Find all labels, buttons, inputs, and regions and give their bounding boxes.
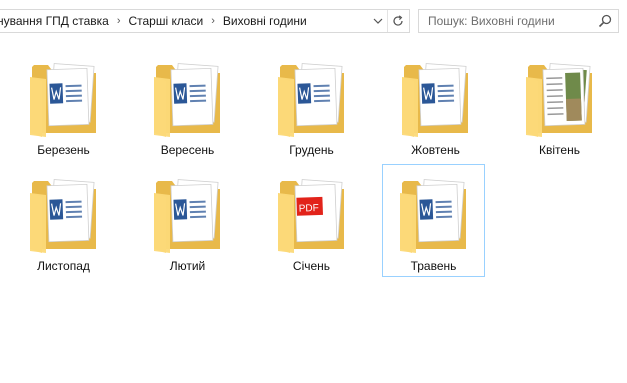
folder-name: Вересень	[160, 143, 215, 157]
folder-icon	[30, 63, 96, 137]
folder-icon	[526, 63, 592, 137]
address-bar[interactable]: нування ГПД ставка › Старші класи › Вихо…	[0, 9, 410, 33]
folder-name: Квітень	[539, 143, 580, 157]
refresh-icon	[393, 15, 403, 26]
breadcrumb-item-senior-classes[interactable]: Старші класи	[128, 14, 203, 28]
search-box[interactable]: Пошук: Виховні години	[418, 9, 619, 33]
folder-name: Травень	[410, 259, 457, 273]
folder-name: Лютий	[169, 259, 206, 273]
breadcrumb-item-current[interactable]: Виховні години	[223, 14, 307, 28]
folder-item[interactable]: PDFPDF Січень	[260, 164, 363, 277]
folder-icon	[154, 179, 220, 253]
folder-item[interactable]: Грудень	[260, 48, 363, 161]
search-icon[interactable]	[598, 14, 612, 28]
folder-item[interactable]: Вересень	[136, 48, 239, 161]
folder-icon	[278, 63, 344, 137]
breadcrumb-separator-icon[interactable]: ›	[211, 15, 215, 27]
chevron-down-icon	[373, 18, 383, 24]
folder-view: Березень Вересень Грудень Жовтень Квітен…	[0, 48, 627, 383]
folder-name: Листопад	[37, 259, 90, 273]
folder-item[interactable]: Травень	[382, 164, 485, 277]
folder-icon	[30, 179, 96, 253]
folder-name: Грудень	[289, 143, 334, 157]
folder-icon	[154, 63, 220, 137]
refresh-button[interactable]	[387, 10, 408, 32]
breadcrumb-item-parent[interactable]: нування ГПД ставка	[0, 14, 109, 28]
search-input[interactable]: Пошук: Виховні години	[428, 14, 555, 28]
folder-item[interactable]: Лютий	[136, 164, 239, 277]
folder-item[interactable]: Жовтень	[384, 48, 487, 161]
folder-name: Жовтень	[411, 143, 460, 157]
breadcrumb-separator-icon[interactable]: ›	[117, 15, 121, 27]
folder-name: Січень	[292, 259, 331, 273]
svg-text:PDF: PDF	[299, 203, 319, 215]
folder-name: Березень	[37, 143, 90, 157]
folder-item[interactable]: Березень	[12, 48, 115, 161]
folder-icon	[400, 179, 466, 253]
folder-icon: PDFPDF	[278, 179, 344, 253]
breadcrumb: нування ГПД ставка › Старші класи › Вихо…	[0, 10, 370, 32]
folder-item[interactable]: Листопад	[12, 164, 115, 277]
navigation-bar: нування ГПД ставка › Старші класи › Вихо…	[0, 0, 627, 44]
address-history-button[interactable]	[368, 10, 388, 32]
folder-icon	[402, 63, 468, 137]
folder-item[interactable]: Квітень	[508, 48, 611, 161]
